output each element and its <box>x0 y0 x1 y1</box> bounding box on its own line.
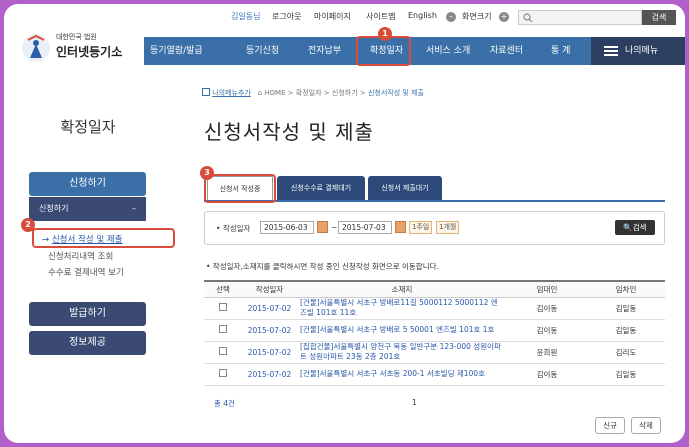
row-lessor: 김이동 <box>507 363 587 386</box>
step-badge-2: 2 <box>21 218 35 232</box>
my-menu-label: 나의메뉴 <box>625 46 659 56</box>
sidebar-apply-button[interactable]: 신청하기 <box>29 172 146 196</box>
col-header-lessor: 임대인 <box>507 280 587 298</box>
nav-item-e-payment[interactable]: 전자납부 <box>308 37 341 65</box>
row-date-link[interactable]: 2015-07-02 <box>242 297 297 320</box>
application-table: 선택 작성일자 소재지 임대인 임차인 2015-07-02 [건물]서울특별시… <box>204 280 665 386</box>
calendar-from-icon[interactable] <box>317 221 328 233</box>
row-checkbox[interactable] <box>219 303 227 311</box>
sidebar-link-fee-history[interactable]: 수수료 결제내역 보기 <box>48 266 124 278</box>
row-lessee: 김리도 <box>587 341 665 364</box>
page-number[interactable]: 1 <box>412 398 417 407</box>
row-address-link[interactable]: [건물]서울특별시 서초구 방배로11길 5000112 5000112 엔즈빌… <box>297 297 507 320</box>
sidebar-issue-button[interactable]: 발급하기 <box>29 302 146 326</box>
one-week-button[interactable]: 1주일 <box>409 221 433 234</box>
english-link[interactable]: English <box>408 11 437 20</box>
nav-item-service-intro[interactable]: 서비스 소개 <box>426 37 470 65</box>
nav-item-statistics[interactable]: 통 계 <box>551 37 570 65</box>
breadcrumb-current: 신청서작성 및 제출 <box>367 89 424 97</box>
logo-title: 인터넷등기소 <box>56 45 123 59</box>
total-count: 총 4건 <box>214 399 235 408</box>
sidebar-submenu-label: 신청하기 <box>39 204 69 213</box>
row-checkbox[interactable] <box>219 325 227 333</box>
search-icon <box>523 13 533 23</box>
row-lessor: 김이동 <box>507 319 587 342</box>
logo-subtitle: 대한민국 법원 <box>56 33 97 41</box>
zoom-out-icon[interactable]: – <box>446 12 456 22</box>
step-badge-1: 1 <box>378 27 392 41</box>
zoom-label: 화면크기 <box>462 12 492 21</box>
row-address-link[interactable]: [집합건물]서울특별시 양천구 목동 일반구분 123-000 성원아파트 성원… <box>297 341 507 364</box>
col-header-date: 작성일자 <box>242 280 297 298</box>
sidebar-submenu-header[interactable]: 신청하기 – <box>29 197 146 221</box>
one-month-button[interactable]: 1개월 <box>436 221 460 234</box>
row-date-link[interactable]: 2015-07-02 <box>242 363 297 386</box>
row-checkbox[interactable] <box>219 369 227 377</box>
table-row: 2015-07-02 [건물]서울특별시 서초구 서초동 200-1 서초빌딩 … <box>204 363 665 386</box>
my-menu-button[interactable]: 나의메뉴 <box>591 37 685 65</box>
highlight-sidebar-link <box>32 228 175 248</box>
mypage-link[interactable]: 마이페이지 <box>314 11 351 22</box>
sidebar-link-process-history[interactable]: 신청처리내역 조회 <box>48 250 113 262</box>
row-date-link[interactable]: 2015-07-02 <box>242 319 297 342</box>
collapse-icon[interactable]: – <box>132 197 136 221</box>
add-my-menu-link[interactable]: 나의메뉴추가 <box>212 89 251 97</box>
sitemap-link[interactable]: 사이트맵 <box>366 11 395 22</box>
table-row: 2015-07-02 [건물]서울특별시 서초구 방배로 5 50001 엔즈빌… <box>204 319 665 342</box>
zoom-in-icon[interactable]: + <box>499 12 509 22</box>
step-badge-3: 3 <box>200 166 214 180</box>
highlight-tab <box>204 174 276 203</box>
search-input[interactable] <box>518 10 642 25</box>
app-frame: 김일동님 로그아웃 마이페이지 사이트맵 English – 화면크기 + 검색… <box>4 4 685 443</box>
date-from-field[interactable]: 2015-06-03 <box>260 221 314 234</box>
row-checkbox[interactable] <box>219 347 227 355</box>
row-lessee: 김일동 <box>587 363 665 386</box>
col-header-select: 선택 <box>204 280 242 298</box>
breadcrumb-path: HOME > 확정일자 > 신청하기 > <box>264 89 368 97</box>
breadcrumb: 나의메뉴추가 ⌂ HOME > 확정일자 > 신청하기 > 신청서작성 및 제출 <box>202 88 424 100</box>
tab-fee-pending[interactable]: 신청수수료 결제대기 <box>277 176 365 200</box>
delete-button[interactable]: 삭제 <box>631 417 661 434</box>
row-address-link[interactable]: [건물]서울특별시 서초구 서초동 200-1 서초빌딩 제100호 <box>297 363 507 386</box>
court-emblem-icon <box>22 34 50 62</box>
tab-submit-pending[interactable]: 신청서 제출대기 <box>368 176 442 200</box>
row-date-link[interactable]: 2015-07-02 <box>242 341 297 364</box>
search-button[interactable]: 검색 <box>642 10 676 25</box>
date-to-field[interactable]: 2015-07-03 <box>338 221 392 234</box>
col-header-lessee: 임차인 <box>587 280 665 298</box>
nav-item-resource-center[interactable]: 자료센터 <box>490 37 523 65</box>
main-nav: 등기열람/발급 등기신청 전자납부 확정일자 서비스 소개 자료센터 통 계 나… <box>144 37 685 65</box>
user-name: 김일동님 <box>231 12 261 21</box>
info-note: • 작성일자,소재지를 클릭하시면 작성 중인 신청작성 화면으로 이동합니다. <box>206 262 439 271</box>
logo[interactable]: 대한민국 법원 인터넷등기소 <box>20 30 135 66</box>
nav-item-register-view[interactable]: 등기열람/발급 <box>150 37 203 65</box>
calendar-to-icon[interactable] <box>395 221 406 233</box>
row-lessee: 김일동 <box>587 297 665 320</box>
logout-link[interactable]: 로그아웃 <box>272 11 301 22</box>
page-title: 신청서작성 및 제출 <box>204 120 374 144</box>
new-button[interactable]: 신규 <box>595 417 625 434</box>
row-address-link[interactable]: [건물]서울특별시 서초구 방배로 5 50001 엔즈빌 101호 1호 <box>297 319 507 342</box>
row-lessor: 김이동 <box>507 297 587 320</box>
nav-item-register-apply[interactable]: 등기신청 <box>246 37 279 65</box>
sidebar-info-button[interactable]: 정보제공 <box>29 331 146 355</box>
hamburger-icon <box>604 46 618 56</box>
filter-search-button[interactable]: 🔍검색 <box>615 220 655 235</box>
col-header-address: 소재지 <box>297 280 507 298</box>
sidebar-title: 확정일자 <box>60 118 116 136</box>
filter-label: • 작성일자 <box>216 224 251 233</box>
date-separator: ~ <box>331 223 338 232</box>
table-row: 2015-07-02 [집합건물]서울특별시 양천구 목동 일반구분 123-0… <box>204 341 665 364</box>
table-row: 2015-07-02 [건물]서울특별시 서초구 방배로11길 5000112 … <box>204 297 665 320</box>
home-icon: ⌂ <box>257 89 263 97</box>
row-lessee: 김일동 <box>587 319 665 342</box>
row-lessor: 윤희원 <box>507 341 587 364</box>
checkbox-icon <box>202 88 210 96</box>
